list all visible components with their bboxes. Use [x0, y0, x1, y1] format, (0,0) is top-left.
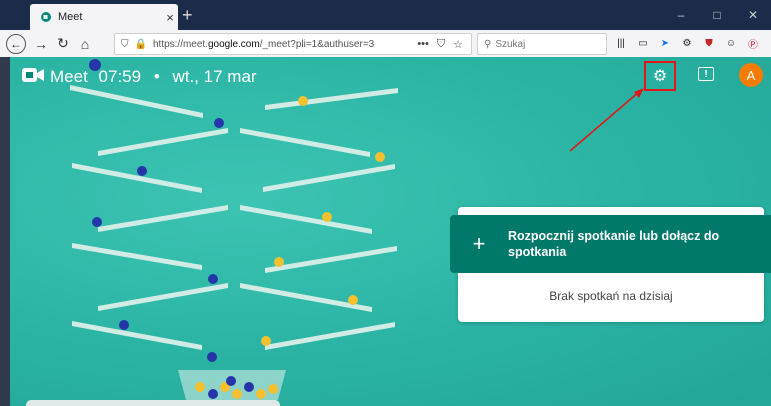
gear-icon: ⚙	[652, 68, 668, 85]
extensions-row: ||| ▭ ➤ ⚙ ⛊ ☺ Ⓟ ≡	[615, 33, 771, 53]
meet-header: Meet 07:59 • wt., 17 mar	[50, 67, 257, 87]
search-icon: ⚲	[484, 38, 492, 50]
lock-icon[interactable]: 🔒	[135, 39, 147, 50]
current-time: 07:59	[98, 67, 142, 86]
library-icon[interactable]: |||	[615, 37, 627, 49]
back-icon[interactable]: ←	[6, 33, 26, 54]
new-tab-icon[interactable]: +	[182, 6, 193, 24]
avatar[interactable]: A	[739, 63, 763, 87]
home-icon[interactable]: ⌂	[74, 36, 96, 52]
pinterest-icon[interactable]: Ⓟ	[747, 37, 759, 51]
cursor-extension-icon[interactable]: ➤	[659, 37, 671, 49]
page-actions-icon[interactable]: •••	[417, 38, 429, 51]
start-or-join-meeting-label: Rozpocznij spotkanie lub dołącz do spotk…	[508, 229, 720, 259]
extension-icon[interactable]: ⚙	[681, 37, 693, 49]
browser-navbar: ← → ↻ ⌂ ⛉ 🔒 https://meet.google.com/_mee…	[0, 30, 771, 58]
meet-logo-icon	[22, 67, 44, 83]
marble-run-illustration	[70, 59, 398, 400]
settings-button[interactable]: ⚙	[644, 61, 676, 91]
window-controls: – □ ✕	[663, 0, 771, 30]
shield-icon[interactable]: ⛉	[121, 39, 129, 50]
maximize-icon[interactable]: □	[699, 0, 735, 30]
pocket-icon[interactable]: ⛉	[437, 38, 445, 51]
minimize-icon[interactable]: –	[663, 0, 699, 30]
browser-tab-meet[interactable]: Meet ×	[30, 4, 178, 30]
browser-tabbar: Meet × + – □ ✕	[0, 0, 771, 30]
plus-icon: +	[472, 231, 486, 256]
account-icon[interactable]: ☺	[725, 37, 737, 49]
left-edge	[0, 57, 10, 406]
meet-page: Meet 07:59 • wt., 17 mar ⚙ ! A + Rozpocz…	[10, 57, 771, 406]
feedback-icon[interactable]: !	[698, 67, 714, 81]
sidebar-icon[interactable]: ▭	[637, 37, 649, 49]
start-or-join-meeting-button[interactable]: + Rozpocznij spotkanie lub dołącz do spo…	[450, 215, 771, 273]
current-date: wt., 17 mar	[172, 67, 257, 86]
meet-favicon-icon	[40, 11, 52, 23]
reload-icon[interactable]: ↻	[52, 35, 74, 52]
tab-title: Meet	[58, 11, 83, 23]
bottom-caption-bar	[26, 400, 280, 406]
search-input[interactable]: ⚲ Szukaj	[477, 33, 607, 55]
address-bar[interactable]: ⛉ 🔒 https://meet.google.com/_meet?pli=1&…	[114, 33, 472, 55]
app-name: Meet	[50, 67, 88, 86]
ublock-icon[interactable]: ⛊	[703, 37, 715, 49]
url-text[interactable]: https://meet.google.com/_meet?pli=1&auth…	[153, 39, 417, 50]
bookmark-star-icon[interactable]: ☆	[453, 38, 463, 51]
no-meetings-text: Brak spotkań na dzisiaj	[549, 289, 673, 303]
forward-icon[interactable]: →	[30, 36, 52, 52]
separator: •	[153, 67, 160, 86]
annotation-arrow	[569, 88, 644, 152]
search-placeholder: Szukaj	[495, 38, 526, 50]
close-window-icon[interactable]: ✕	[735, 0, 771, 30]
tab-close-icon[interactable]: ×	[162, 10, 178, 25]
